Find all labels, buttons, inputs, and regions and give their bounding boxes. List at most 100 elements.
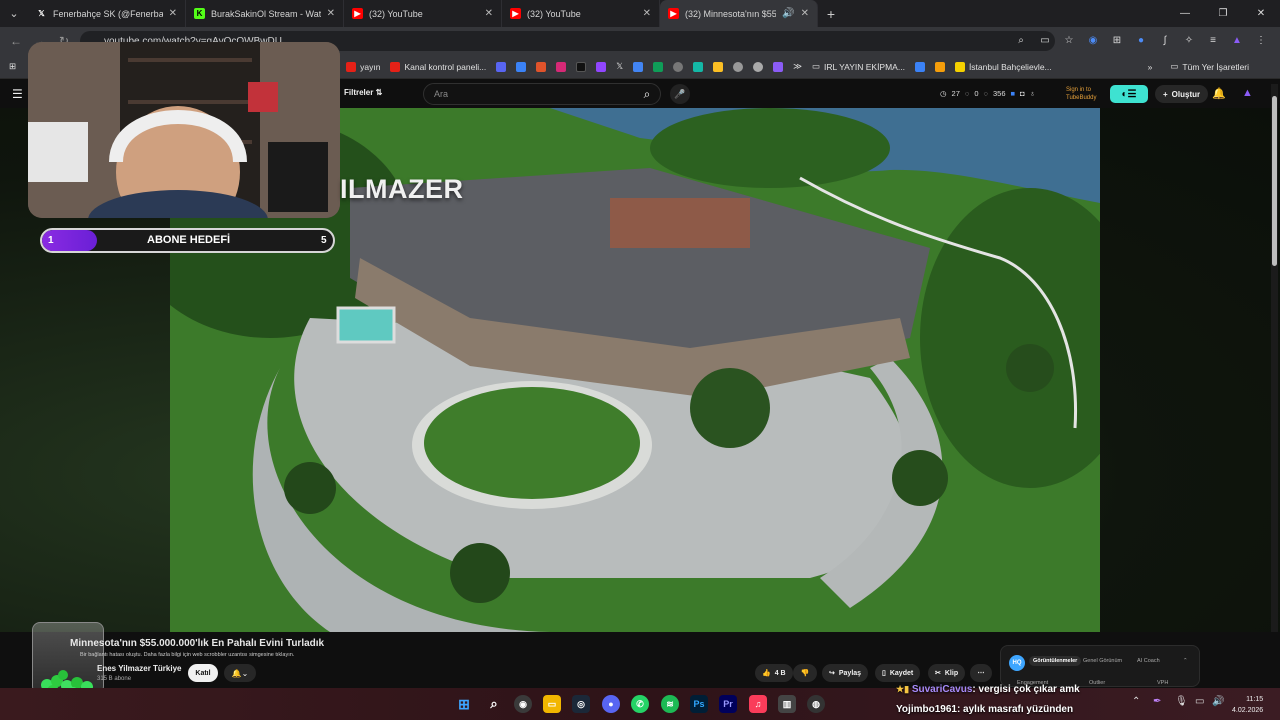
twitch-icon[interactable] [591,61,611,72]
bookmark-icon[interactable] [511,61,531,72]
extension-icon[interactable]: ■ [1011,89,1016,98]
instagram-icon[interactable] [551,61,571,72]
chrome-icon[interactable]: ◉ [514,695,532,713]
close-window-icon[interactable]: ✕ [1242,0,1280,27]
close-icon[interactable]: ✕ [801,8,809,19]
menu-icon[interactable]: ☰ [12,87,23,101]
close-icon[interactable]: ✕ [327,8,335,19]
file-explorer-icon[interactable]: ▭ [543,695,561,713]
share-button[interactable]: ↪ Paylaş [822,664,869,682]
extension-icon[interactable]: ◉ [1084,31,1102,49]
close-icon[interactable]: ✕ [643,8,651,19]
more-bookmarks-icon[interactable]: » [1143,62,1158,72]
bookmark-folder[interactable]: ▭ IRL YAYIN EKİPMA... [807,61,910,72]
browser-tab[interactable]: ▶ (32) YouTube ✕ [502,0,660,27]
tab-ai-coach[interactable]: AI Coach [1137,658,1160,664]
back-icon[interactable]: ← [4,34,28,48]
microphone-icon[interactable]: 🎤 [670,84,690,104]
steam-icon[interactable]: ◎ [572,695,590,713]
create-button[interactable]: + Oluştur [1155,85,1209,103]
browser-tab[interactable]: K BurakSakinOl Stream - Watch L ✕ [186,0,344,27]
volume-icon[interactable]: 🔊 [1212,696,1224,707]
profile-icon[interactable]: ▲ [1228,31,1246,49]
tubebuddy-button[interactable]: ◐☰ [1110,85,1148,103]
discord-icon[interactable]: ● [602,695,620,713]
bell-icon[interactable]: 🔔 [1212,87,1226,100]
app-icon[interactable]: ▥ [778,695,796,713]
bookmark-icon[interactable] [728,61,748,72]
bookmark-icon[interactable] [748,61,768,72]
tiktok-icon[interactable] [571,61,591,72]
tubebuddy-signin-link[interactable]: Sign in to TubeBuddy [1066,86,1096,102]
minimize-icon[interactable]: — [1166,0,1204,27]
menu-icon[interactable]: ⋮ [1252,31,1270,49]
tray-chevron-icon[interactable]: ⌃ [1132,696,1140,707]
bookmark[interactable]: Kanal kontrol paneli... [385,61,491,72]
speaker-icon[interactable]: 🔊 [782,8,794,19]
like-button[interactable]: 👍 4 B [755,664,793,682]
music-icon[interactable]: ♫ [749,695,767,713]
bookmark-icon[interactable] [910,61,930,72]
save-button[interactable]: ▯ Kaydet [875,664,921,682]
bookmark-icon[interactable] [930,61,950,72]
extension-icon[interactable]: ♁ [1030,89,1036,98]
cast-icon[interactable]: ▭ [1036,31,1054,49]
all-bookmarks-folder[interactable]: ▭ Tüm Yer İşaretleri [1165,61,1254,72]
bookmark-icon[interactable] [768,61,788,72]
dislike-button[interactable]: 👎 [793,664,817,682]
profile-icon[interactable]: ▲ [1242,87,1253,99]
extension-icon[interactable]: ⊞ [1108,31,1126,49]
extension-icon[interactable]: ∫ [1156,31,1174,49]
maximize-icon[interactable]: ❐ [1204,0,1242,27]
extension-icon[interactable]: ◘ [1020,89,1025,98]
photoshop-icon[interactable]: Ps [690,695,708,713]
zoom-icon[interactable]: ⌕ [1012,31,1030,49]
extension-icon[interactable]: ● [1132,31,1150,49]
tab-overview[interactable]: Genel Görünüm [1083,658,1122,664]
tab-search-icon[interactable]: ⌄ [0,0,28,27]
bookmark-icon[interactable] [668,61,688,72]
reading-list-icon[interactable]: ≡ [1204,31,1222,49]
obs-icon[interactable]: ◍ [807,695,825,713]
browser-tab[interactable]: ▶ (32) YouTube ✕ [344,0,502,27]
x-icon[interactable]: 𝕏 [611,61,628,72]
scrollbar-thumb[interactable] [1272,96,1277,266]
bookmark-icon[interactable] [491,61,511,72]
close-icon[interactable]: ✕ [485,8,493,19]
bookmark[interactable]: yayın [341,61,385,72]
page-scrollbar[interactable] [1271,84,1278,684]
subscription-bell-button[interactable]: 🔔 ⌄ [224,664,256,682]
more-actions-button[interactable]: ⋯ [970,664,992,682]
new-tab-button[interactable]: + [818,0,844,27]
bookmark-icon[interactable] [531,61,551,72]
search-icon[interactable]: ⌕ [633,83,661,105]
channel-name[interactable]: Enes Yilmazer Türkiye [97,664,182,673]
puzzle-icon[interactable]: ✧ [1180,31,1198,49]
chevron-up-icon[interactable]: ⌃ [1183,658,1188,664]
apps-icon[interactable]: ⊞ [4,61,21,72]
whatsapp-icon[interactable]: ✆ [631,695,649,713]
search-icon[interactable]: ⌕ [485,695,503,713]
clip-button[interactable]: ✂ Klip [928,664,966,682]
star-icon[interactable]: ☆ [1060,31,1078,49]
tab-views[interactable]: Görüntülenmeler [1029,656,1082,666]
premiere-icon[interactable]: Pr [719,695,737,713]
microphone-icon[interactable]: 🎙 [1175,696,1188,707]
spotify-icon[interactable]: ≋ [661,695,679,713]
tray-app-icon[interactable]: ✒ [1153,696,1161,707]
browser-tab-active[interactable]: ▶ (32) Minnesota'nın $55.000 🔊 ✕ [660,0,818,27]
search-input[interactable]: Ara [423,83,661,105]
close-icon[interactable]: ✕ [169,8,177,19]
browser-tab[interactable]: 𝕏 Fenerbahçe SK (@Fenerbahce) ✕ [28,0,186,27]
bookmark-icon[interactable]: ≫ [788,61,807,72]
join-button[interactable]: Katıl [188,664,218,682]
bookmark-icon[interactable] [708,61,728,72]
filters-button[interactable]: Filtreler ⇅ [344,88,382,97]
docs-icon[interactable] [628,61,648,72]
system-clock[interactable]: 11:15 4.02.2026 [1232,694,1263,716]
network-icon[interactable]: ▭ [1195,696,1204,707]
sheets-icon[interactable] [648,61,668,72]
windows-start-icon[interactable]: ⊞ [455,695,473,713]
bookmark[interactable]: İstanbul Bahçelievle... [950,61,1057,72]
bookmark-icon[interactable] [688,61,708,72]
